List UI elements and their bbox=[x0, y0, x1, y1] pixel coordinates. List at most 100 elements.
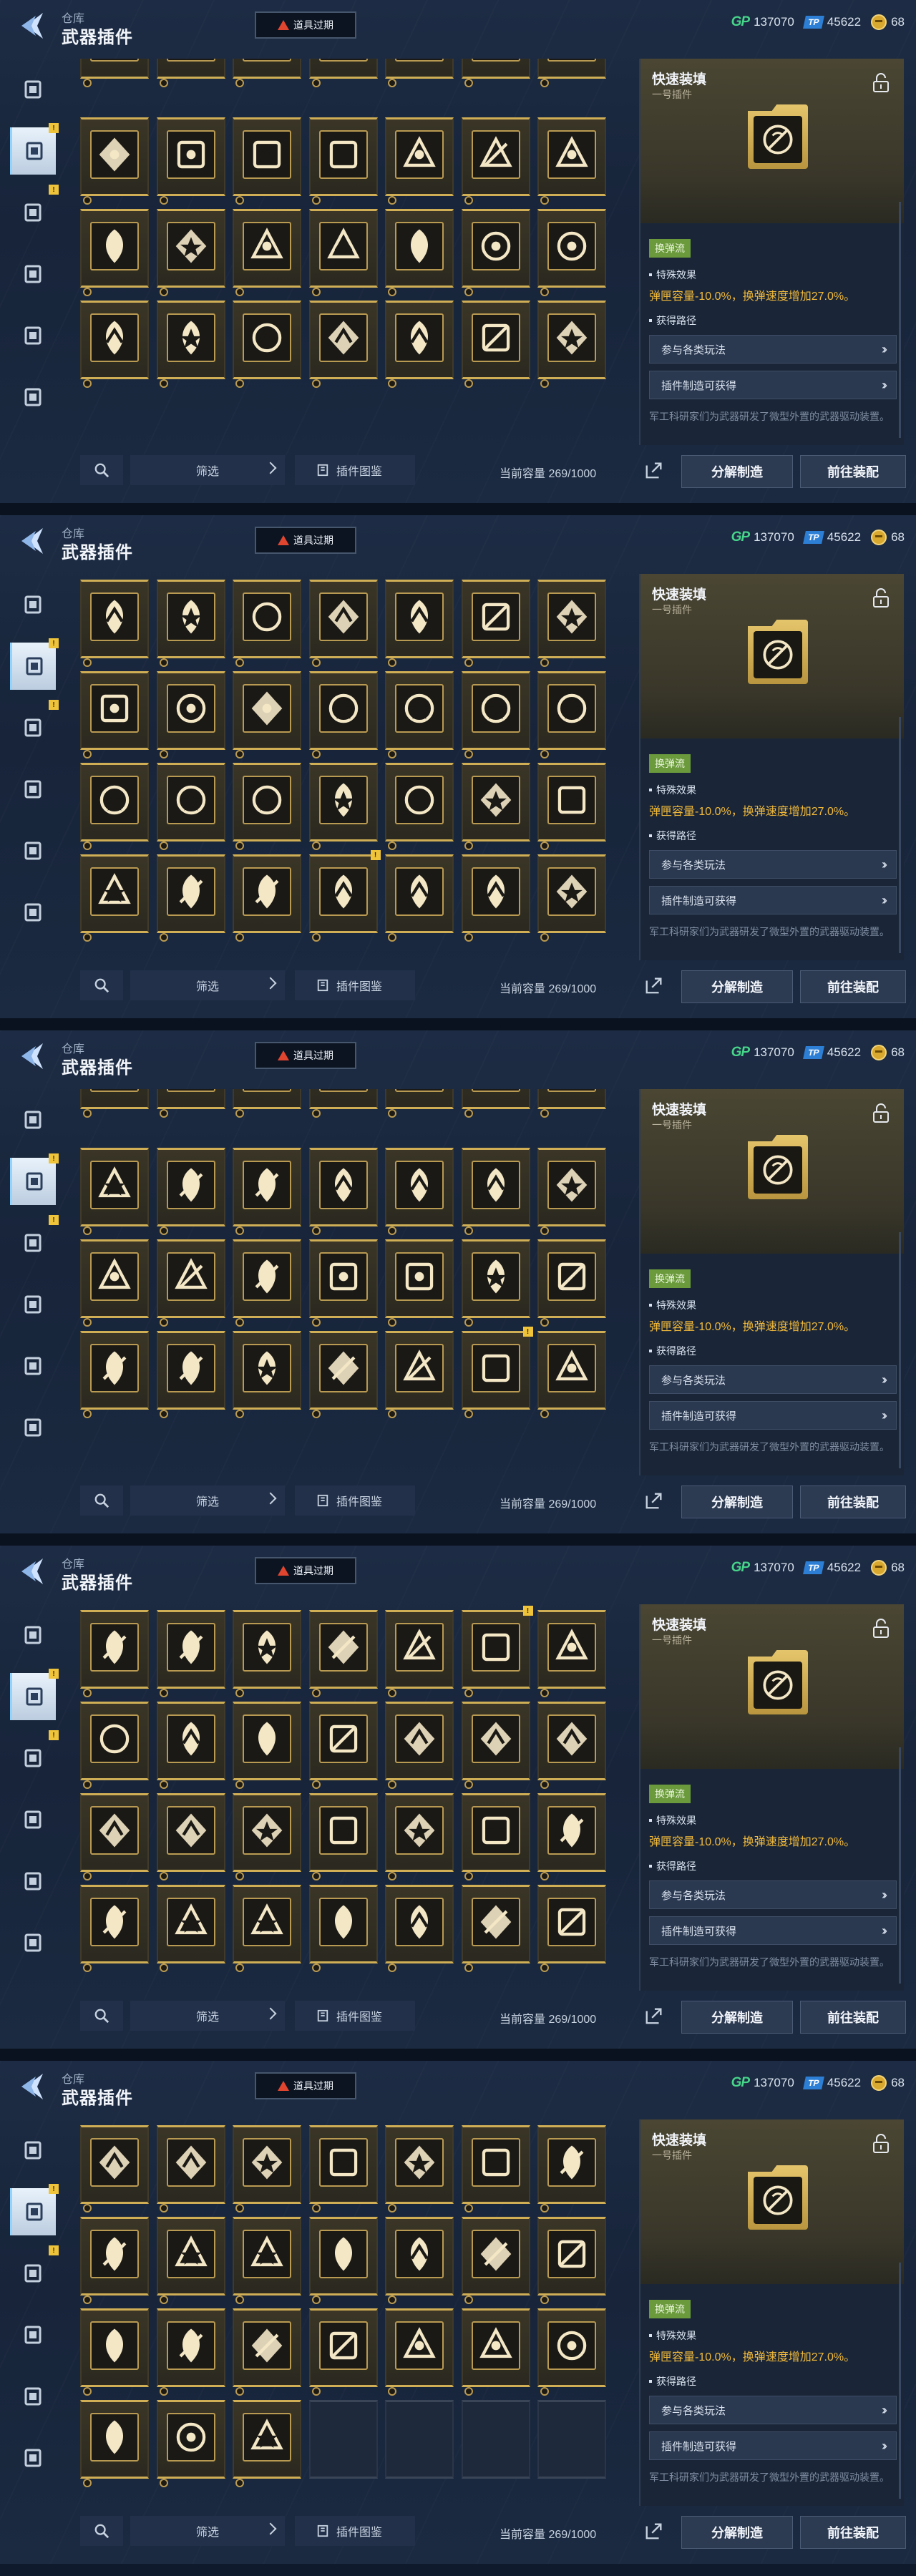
back-button[interactable] bbox=[16, 2071, 52, 2102]
sidebar-a-emblem[interactable] bbox=[10, 1342, 56, 1390]
sidebar-star-badge[interactable] bbox=[10, 1404, 56, 1451]
sidebar-tag[interactable]: ! bbox=[10, 1730, 59, 1782]
back-button[interactable] bbox=[16, 1556, 52, 1587]
plugin-slot[interactable] bbox=[233, 580, 301, 667]
plugin-slot[interactable] bbox=[308, 2125, 378, 2212]
plugin-slot[interactable] bbox=[80, 59, 149, 87]
sidebar-gear-crate[interactable] bbox=[10, 2311, 56, 2358]
plugin-slot[interactable] bbox=[385, 117, 454, 205]
plugin-slot[interactable] bbox=[156, 671, 225, 758]
plugin-slot[interactable] bbox=[156, 1885, 225, 1972]
plugin-slot[interactable] bbox=[156, 1089, 225, 1118]
plugin-slot[interactable] bbox=[156, 1239, 225, 1327]
plugin-slot[interactable] bbox=[156, 117, 225, 205]
plugin-slot[interactable] bbox=[233, 1702, 301, 1789]
plugin-slot[interactable] bbox=[385, 2308, 454, 2396]
sidebar-gear-crate[interactable] bbox=[10, 250, 56, 298]
plugin-slot[interactable] bbox=[537, 671, 606, 758]
plugin-codex-button[interactable]: 插件图鉴 bbox=[295, 2001, 415, 2031]
plugin-slot[interactable] bbox=[156, 59, 225, 87]
plugin-slot[interactable] bbox=[308, 1610, 378, 1697]
plugin-slot[interactable] bbox=[385, 1239, 454, 1327]
decompose-craft-button[interactable]: 分解制造 bbox=[681, 455, 793, 488]
plugin-slot[interactable] bbox=[537, 580, 606, 667]
plugin-slot[interactable] bbox=[537, 1239, 606, 1327]
plugin-slot[interactable] bbox=[156, 763, 225, 850]
plugin-slot[interactable] bbox=[233, 671, 301, 758]
plugin-slot[interactable] bbox=[156, 2308, 225, 2396]
sidebar-tag[interactable]: ! bbox=[10, 185, 59, 236]
plugin-slot[interactable] bbox=[233, 2217, 301, 2304]
sidebar-pistol[interactable] bbox=[10, 2127, 56, 2174]
plugin-slot[interactable] bbox=[80, 1610, 149, 1697]
detail-scrollbar[interactable] bbox=[899, 1232, 901, 1468]
source-button-gameplay[interactable]: 参与各类玩法 ›› bbox=[649, 850, 897, 879]
plugin-slot[interactable] bbox=[461, 580, 530, 667]
plugin-slot[interactable] bbox=[233, 209, 301, 296]
plugin-slot[interactable] bbox=[461, 117, 530, 205]
sidebar-pistol[interactable] bbox=[10, 1611, 56, 1659]
plugin-slot[interactable] bbox=[461, 1885, 530, 1972]
plugin-slot[interactable] bbox=[308, 671, 378, 758]
lock-icon[interactable] bbox=[869, 1102, 892, 1125]
plugin-slot[interactable] bbox=[80, 1089, 149, 1118]
plugin-slot[interactable] bbox=[537, 209, 606, 296]
sidebar-plugin-chip[interactable]: ! bbox=[10, 1153, 59, 1205]
plugin-slot[interactable] bbox=[461, 854, 530, 942]
plugin-slot[interactable] bbox=[156, 854, 225, 942]
sidebar-star-badge[interactable] bbox=[10, 374, 56, 421]
plugin-slot[interactable] bbox=[308, 580, 378, 667]
plugin-slot[interactable] bbox=[385, 763, 454, 850]
plugin-slot[interactable]: ! bbox=[308, 850, 381, 942]
plugin-slot[interactable] bbox=[233, 1610, 301, 1697]
plugin-slot[interactable] bbox=[308, 1239, 378, 1327]
filter-button[interactable]: 筛选 bbox=[130, 2516, 285, 2546]
plugin-slot[interactable] bbox=[233, 2308, 301, 2396]
sidebar-tag[interactable]: ! bbox=[10, 1215, 59, 1267]
plugin-slot[interactable] bbox=[385, 854, 454, 942]
plugin-slot[interactable] bbox=[308, 59, 378, 87]
plugin-slot[interactable] bbox=[156, 1610, 225, 1697]
decompose-craft-button[interactable]: 分解制造 bbox=[681, 1485, 793, 1518]
search-button[interactable] bbox=[80, 1485, 123, 1516]
plugin-slot[interactable] bbox=[537, 1331, 606, 1418]
expired-items-button[interactable]: 道具过期 bbox=[255, 2072, 356, 2099]
plugin-slot[interactable] bbox=[308, 1331, 378, 1418]
search-button[interactable] bbox=[80, 2001, 123, 2031]
search-button[interactable] bbox=[80, 2516, 123, 2546]
goto-assembly-button[interactable]: 前往装配 bbox=[800, 2516, 906, 2549]
plugin-slot[interactable] bbox=[461, 2217, 530, 2304]
plugin-slot[interactable] bbox=[537, 1089, 606, 1118]
search-button[interactable] bbox=[80, 455, 123, 485]
expired-items-button[interactable]: 道具过期 bbox=[255, 1042, 356, 1069]
search-button[interactable] bbox=[80, 970, 123, 1000]
plugin-slot[interactable] bbox=[385, 1610, 454, 1697]
plugin-slot[interactable] bbox=[80, 2125, 149, 2212]
source-button-crafting[interactable]: 插件制造可获得 ›› bbox=[649, 371, 897, 399]
sidebar-pistol[interactable] bbox=[10, 66, 56, 113]
lock-icon[interactable] bbox=[869, 1617, 892, 1640]
plugin-slot[interactable] bbox=[385, 2217, 454, 2304]
source-button-gameplay[interactable]: 参与各类玩法 ›› bbox=[649, 1365, 897, 1394]
sidebar-gear-crate[interactable] bbox=[10, 766, 56, 813]
filter-button[interactable]: 筛选 bbox=[130, 1485, 285, 1516]
plugin-codex-button[interactable]: 插件图鉴 bbox=[295, 970, 415, 1000]
sidebar-pistol[interactable] bbox=[10, 581, 56, 628]
plugin-slot[interactable] bbox=[233, 1089, 301, 1118]
lock-icon[interactable] bbox=[869, 2132, 892, 2155]
plugin-slot[interactable] bbox=[308, 209, 378, 296]
plugin-slot[interactable] bbox=[233, 1331, 301, 1418]
sidebar-gear-crate[interactable] bbox=[10, 1281, 56, 1328]
plugin-slot[interactable] bbox=[461, 1148, 530, 1235]
plugin-slot[interactable] bbox=[461, 2125, 530, 2212]
plugin-slot[interactable] bbox=[80, 2400, 149, 2487]
plugin-slot[interactable] bbox=[80, 209, 149, 296]
plugin-slot[interactable] bbox=[156, 2217, 225, 2304]
detail-scrollbar[interactable] bbox=[899, 717, 901, 953]
plugin-slot[interactable] bbox=[156, 301, 225, 388]
plugin-slot[interactable] bbox=[461, 301, 530, 388]
goto-assembly-button[interactable]: 前往装配 bbox=[800, 1485, 906, 1518]
plugin-slot[interactable] bbox=[537, 1793, 606, 1880]
goto-assembly-button[interactable]: 前往装配 bbox=[800, 455, 906, 488]
plugin-slot[interactable] bbox=[233, 2125, 301, 2212]
